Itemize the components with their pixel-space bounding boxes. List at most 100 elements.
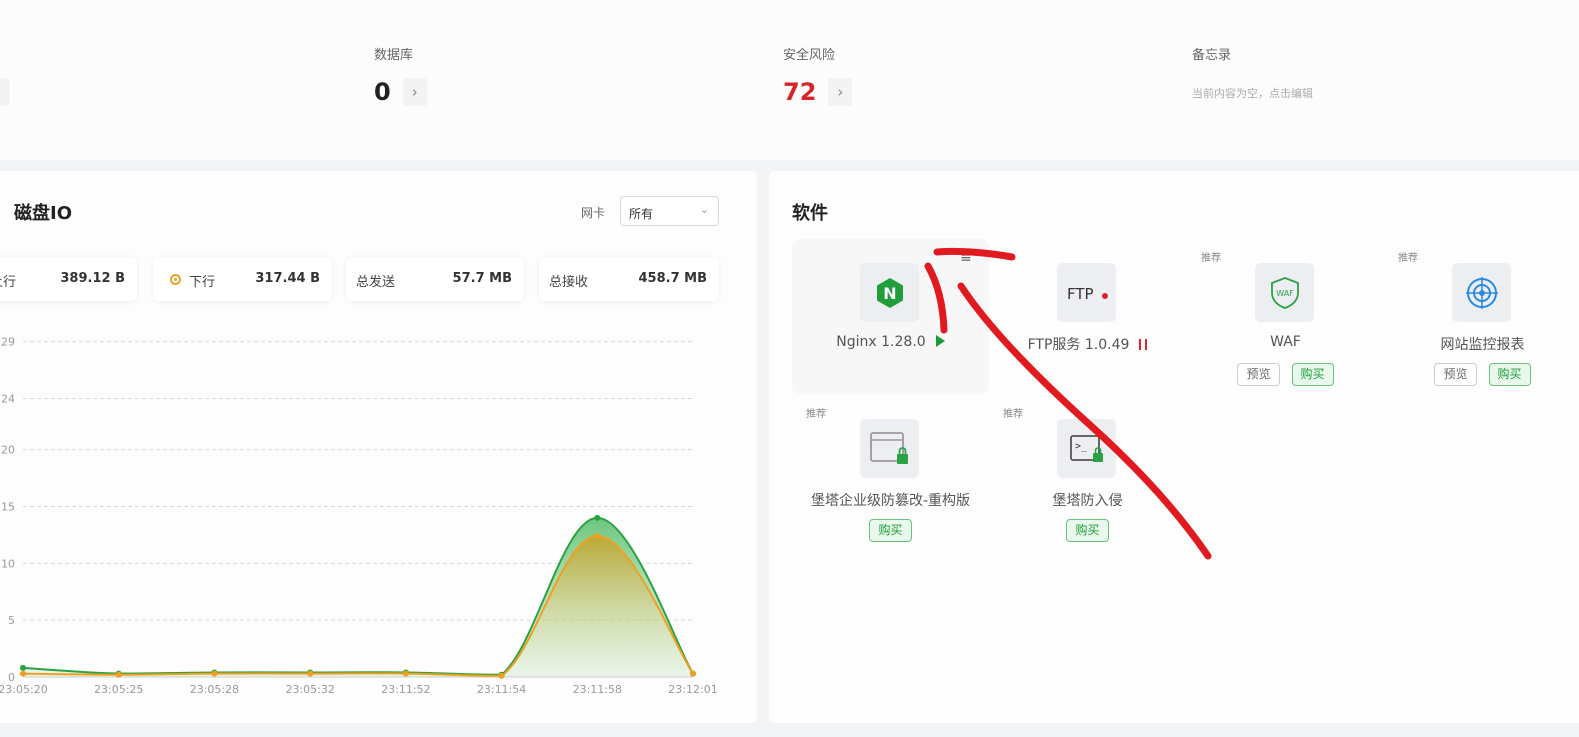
database-count[interactable]: 0 [374,78,391,106]
locked-terminal-icon: >_ [1057,419,1116,478]
software-item-anti-tamper[interactable]: 推荐 堡塔企业级防篡改-重构版 购买 [792,395,989,550]
total-received-label: 总接收 [549,275,589,290]
nginx-icon-letter: N [883,284,896,303]
disk-io-card: 磁盘IO 网卡 所有 ⌄ 上行 389.12 B 下行 317.44 B 总发送… [0,171,757,723]
total-sent-value: 57.7 MB [452,271,512,286]
recommend-badge: 推荐 [1201,253,1221,264]
x-tick-label: 23:05:25 [94,683,143,696]
x-tick-label: 23:11:54 [477,683,526,696]
y-tick-label: 29 [1,336,15,349]
ftp-icon: FTP [1057,263,1116,322]
ftp-name: FTP服务 1.0.49 [989,334,1186,354]
x-tick-label: 23:05:20 [0,683,48,696]
total-sent-label: 总发送 [356,275,396,290]
memo-content[interactable]: 当前内容为空，点击编辑 [1192,85,1313,101]
series-2-point [307,670,314,677]
software-item-anti-intrusion[interactable]: 推荐 >_ 堡塔防入侵 购买 [989,395,1186,550]
io-box-total-received: 总接收 458.7 MB [539,257,719,301]
series-2-point [402,670,409,677]
series-2-point [690,670,696,677]
nic-select-value: 所有 [629,207,654,221]
waf-buy-button[interactable]: 购买 [1291,363,1334,386]
recommend-badge: 推荐 [1003,409,1023,420]
software-item-nginx[interactable]: ≡ N Nginx 1.28.0 [792,239,989,394]
database-stat: 数据库 0 › [374,44,427,107]
io-box-upload: 上行 389.12 B [0,257,137,301]
stopped-pause-icon [1139,339,1148,350]
x-tick-label: 23:12:01 [668,683,717,696]
security-risk-label: 安全风险 [783,48,836,63]
software-item-waf[interactable]: 推荐 WAF WAF 预览 购买 [1187,239,1384,394]
recommend-badge: 推荐 [806,409,826,420]
software-card: 软件 ≡ N Nginx 1.28.0 FTP FTP服务 1.0.49 推荐 [769,171,1579,723]
y-tick-label: 0 [8,671,15,684]
stats-bar: › 数据库 0 › 安全风险 72 › 备忘录 当前内容为空，点击编辑 [0,0,1579,160]
memo-stat: 备忘录 当前内容为空，点击编辑 [1192,44,1313,101]
target-icon [1452,263,1511,322]
anti-intrusion-buy-button[interactable]: 购买 [1066,519,1109,542]
disk-io-chart: 23:05:20 23:05:25 23:05:28 23:05:32 23:11:52… [0,336,718,696]
series-2-point [498,672,505,679]
nginx-name-text: Nginx 1.28.0 [836,334,926,350]
x-tick-label: 23:11:52 [381,683,430,696]
software-title: 软件 [792,203,828,224]
y-tick-label: 15 [1,501,15,514]
download-label: 下行 [189,275,216,290]
ftp-icon-text: FTP [1067,285,1094,303]
chevron-down-icon: ⌄ [699,203,709,216]
disk-io-title: 磁盘IO [14,203,72,224]
security-risk-stat: 安全风险 72 › [783,44,853,107]
chevron-right-icon: › [411,83,418,101]
series-2-point [594,533,601,540]
download-value: 317.44 B [255,271,320,286]
x-tick-label: 23:05:28 [190,683,239,696]
x-tick-label: 23:05:32 [285,683,334,696]
series-2-area [23,536,693,677]
security-risk-count[interactable]: 72 [783,78,816,106]
series-2-point [115,671,122,678]
ftp-name-text: FTP服务 1.0.49 [1027,337,1130,353]
memo-label: 备忘录 [1192,48,1232,63]
total-received-value: 458.7 MB [638,271,708,286]
terminal-icon-text: >_ [1075,441,1088,452]
security-risk-arrow-button[interactable]: › [828,78,853,106]
anti-tamper-buy-button[interactable]: 购买 [869,519,912,542]
running-play-icon [935,335,945,347]
software-item-site-monitor[interactable]: 推荐 网站监控报表 预览 购买 [1384,239,1579,394]
site-monitor-name: 网站监控报表 [1440,337,1525,353]
drag-menu-icon[interactable]: ≡ [960,251,972,265]
nic-label: 网卡 [581,206,606,220]
waf-icon-text: WAF [1276,289,1294,298]
y-tick-label: 5 [8,614,15,627]
locked-window-icon [860,419,919,478]
anti-tamper-name: 堡塔企业级防篡改-重构版 [810,493,971,509]
site-monitor-preview-button[interactable]: 预览 [1434,363,1477,386]
series-1-point [20,664,26,671]
io-box-download: 下行 317.44 B [153,257,332,301]
io-box-total-sent: 总发送 57.7 MB [346,257,524,301]
series-2-point [211,670,218,677]
series-1-point [594,514,601,521]
waf-preview-button[interactable]: 预览 [1237,363,1280,386]
nginx-name: Nginx 1.28.0 [792,334,989,350]
anti-intrusion-name: 堡塔防入侵 [1052,493,1123,509]
prev-stat-arrow-button[interactable]: › [0,78,10,106]
upload-value: 389.12 B [60,271,125,286]
y-tick-label: 24 [1,393,15,406]
y-tick-label: 20 [1,444,15,457]
y-tick-label: 10 [1,557,15,570]
recommend-badge: 推荐 [1398,253,1418,264]
series-2-point [20,670,26,677]
x-tick-label: 23:11:58 [573,683,622,696]
chevron-right-icon: › [837,83,844,101]
database-arrow-button[interactable]: › [402,78,427,106]
chevron-right-icon: › [0,78,10,106]
software-item-ftp[interactable]: FTP FTP服务 1.0.49 [989,239,1186,394]
waf-name: WAF [1270,334,1301,350]
database-label: 数据库 [374,48,414,63]
upload-label: 上行 [0,275,17,290]
nic-select[interactable]: 所有 ⌄ [620,196,719,226]
waf-shield-icon: WAF [1255,263,1314,322]
nginx-icon: N [860,263,919,322]
site-monitor-buy-button[interactable]: 购买 [1488,363,1531,386]
